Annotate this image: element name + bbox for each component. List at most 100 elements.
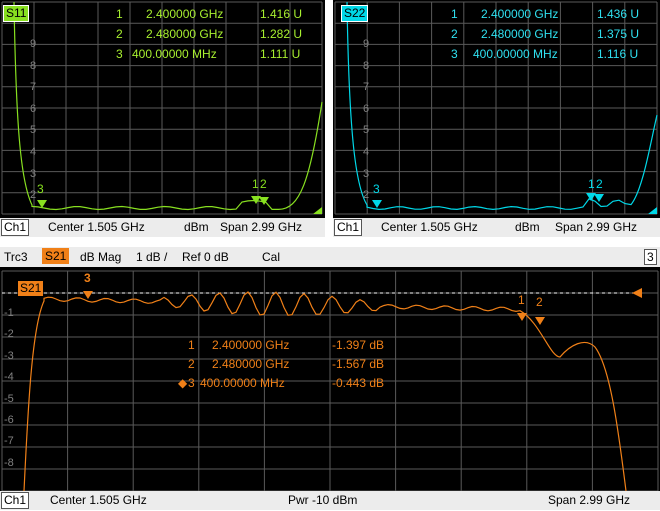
trc3-label[interactable]: Trc3: [4, 250, 28, 264]
s22-footer: Ch1 Center 1.505 GHz dBm Span 2.99 GHz: [333, 218, 660, 237]
s21-marker-2-freq: 2.480000 GHz: [212, 357, 290, 371]
s21-marker-2-number: 2: [188, 357, 195, 371]
marker-2-tag: 2: [260, 177, 267, 191]
marker-1-triangle-icon: [517, 313, 527, 321]
s21-y-tick-label: -1: [4, 307, 14, 319]
s22-trace-label[interactable]: S22: [341, 5, 369, 22]
s21-y-tick-label: -7: [4, 435, 14, 448]
s21-center-freq[interactable]: Center 1.505 GHz: [50, 493, 147, 507]
active-marker-diamond-icon: ◆: [178, 376, 188, 390]
s22-y-tick-label: 2: [363, 189, 370, 202]
s22-marker-2-value: 1.375 U: [597, 27, 640, 41]
s11-trace-label[interactable]: S11: [3, 5, 30, 22]
s22-marker-3-freq: 400.00000 MHz: [473, 47, 558, 61]
s21-panel[interactable]: Trc3 S21 dB Mag 1 dB / Ref 0 dB Cal 3 3 1…: [0, 247, 660, 510]
s11-marker-3-value: 1.111 U: [260, 47, 301, 61]
s11-y-tick-label: 7: [30, 81, 37, 94]
marker-3-tag: 3: [37, 182, 44, 196]
s22-y-tick-label: 4: [363, 146, 370, 158]
s11-marker-1-value: 1.416 U: [260, 7, 303, 21]
s11-y-tick-label: 4: [30, 146, 37, 158]
scale-edge-icon: [648, 207, 657, 214]
s21-y-tick-label: -6: [4, 414, 14, 426]
s21-marker-2-value: -1.567 dB: [332, 357, 385, 371]
s22-marker-1-value: 1.436 U: [597, 7, 640, 21]
format-label[interactable]: dB Mag: [80, 250, 121, 264]
s21-trace-label[interactable]: S21: [18, 281, 44, 296]
s11-center-freq[interactable]: Center 1.505 GHz: [48, 220, 145, 234]
marker-3-tag: 3: [84, 271, 91, 285]
s21-header-trace-label[interactable]: S21: [42, 248, 70, 264]
s11-marker-1-number: 1: [116, 7, 123, 21]
s11-y-tick-label: 5: [30, 124, 37, 137]
s22-panel[interactable]: 312 S22 1 2.400000 GHz 1.436 U 2 2.48000…: [333, 0, 660, 237]
scale-label[interactable]: 1 dB /: [136, 250, 167, 264]
marker-1-tag: 1: [518, 293, 525, 307]
s11-marker-3-freq: 400.00000 MHz: [132, 47, 217, 61]
marker-2-tag: 2: [536, 295, 543, 309]
s22-marker-3-value: 1.116 U: [597, 47, 639, 61]
s21-y-tick-label: -3: [4, 349, 14, 362]
s22-marker-1-number: 1: [451, 7, 458, 21]
s11-footer: Ch1 Center 1.505 GHz dBm Span 2.99 GHz: [0, 218, 325, 237]
s11-channel-button[interactable]: Ch1: [1, 219, 30, 236]
s22-y-tick-label: 5: [363, 124, 370, 137]
s22-marker-2-freq: 2.480000 GHz: [481, 27, 559, 41]
s22-y-tick-label: 7: [363, 81, 370, 94]
ref-label[interactable]: Ref 0 dB: [182, 250, 229, 264]
reference-level-arrow-icon: [632, 288, 642, 298]
s11-marker-1-freq: 2.400000 GHz: [146, 7, 224, 21]
marker-1-tag: 1: [588, 177, 595, 191]
s21-footer: Ch1 Center 1.505 GHz Pwr -10 dBm Span 2.…: [0, 491, 660, 510]
s21-trace-line: [23, 291, 627, 492]
marker-3-tag: 3: [373, 182, 380, 196]
s21-span-freq[interactable]: Span 2.99 GHz: [548, 493, 630, 507]
s21-y-tick-label: -8: [4, 456, 14, 469]
s22-marker-2-number: 2: [451, 27, 458, 41]
s11-y-tick-label: 2: [30, 189, 37, 202]
s21-plot[interactable]: 31 2: [0, 267, 660, 511]
s11-marker-2-number: 2: [116, 27, 123, 41]
s11-y-tick-label: 6: [30, 102, 37, 115]
s22-marker-1-freq: 2.400000 GHz: [481, 7, 559, 21]
s21-marker-3-value: -0.443 dB: [332, 376, 385, 390]
s11-power-unit: dBm: [184, 220, 209, 234]
s22-power-unit: dBm: [515, 220, 540, 234]
s22-span-freq[interactable]: Span 2.99 GHz: [555, 220, 637, 234]
s11-panel[interactable]: 312 S11 1 2.400000 GHz 1.416 U 2 2.48000…: [0, 0, 325, 237]
s21-marker-1-number: 1: [188, 338, 195, 352]
s21-y-tick-label: -5: [4, 392, 14, 405]
s11-y-tick-label: 3: [30, 167, 37, 180]
marker-3-triangle-icon: [83, 291, 93, 299]
s11-marker-2-value: 1.282 U: [260, 27, 303, 41]
scale-edge-icon: [313, 207, 322, 214]
s22-marker-3-number: 3: [451, 47, 458, 61]
s21-marker-3-number: 3: [188, 376, 195, 390]
cal-label[interactable]: Cal: [262, 250, 280, 264]
s11-y-tick-label: 8: [30, 59, 37, 72]
s21-power-level[interactable]: Pwr -10 dBm: [288, 493, 357, 507]
s22-channel-button[interactable]: Ch1: [334, 219, 363, 236]
s22-y-tick-label: 6: [363, 102, 370, 115]
s22-center-freq[interactable]: Center 1.505 GHz: [381, 220, 478, 234]
s11-span-freq[interactable]: Span 2.99 GHz: [220, 220, 302, 234]
marker-2-triangle-icon: [594, 194, 604, 202]
s21-channel-button[interactable]: Ch1: [1, 492, 30, 509]
s11-marker-2-freq: 2.480000 GHz: [146, 27, 224, 41]
s11-marker-3-number: 3: [116, 47, 123, 61]
s22-y-tick-label: 9: [363, 38, 370, 50]
trace-number-badge[interactable]: 3: [644, 249, 657, 265]
s21-marker-3-freq: 400.00000 MHz: [200, 376, 285, 390]
marker-1-tag: 1: [252, 177, 259, 191]
marker-2-triangle-icon: [535, 317, 545, 325]
s22-y-tick-label: 8: [363, 59, 370, 72]
s21-y-tick-label: -2: [4, 328, 14, 341]
s11-y-tick-label: 9: [30, 38, 37, 50]
s22-y-tick-label: 3: [363, 167, 370, 180]
s21-marker-1-freq: 2.400000 GHz: [212, 338, 290, 352]
marker-2-tag: 2: [596, 177, 603, 191]
s21-trace-header: Trc3 S21 dB Mag 1 dB / Ref 0 dB Cal 3: [0, 247, 660, 267]
s21-marker-1-value: -1.397 dB: [332, 338, 385, 352]
s21-y-tick-label: -4: [4, 371, 14, 384]
marker-3-triangle-icon: [372, 200, 382, 208]
